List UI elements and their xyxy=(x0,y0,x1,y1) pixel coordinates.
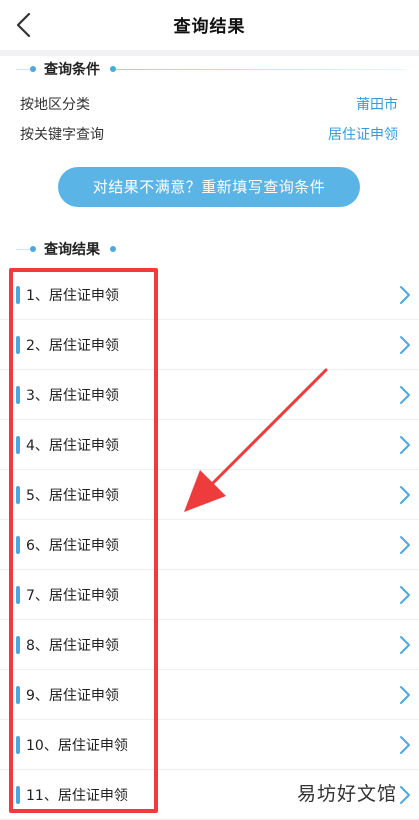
result-marker xyxy=(16,336,20,354)
result-label: 2、居住证申领 xyxy=(26,338,119,354)
result-item[interactable]: 4、居住证申领 xyxy=(0,420,419,470)
result-label: 7、居住证申领 xyxy=(26,588,119,604)
page-title: 查询结果 xyxy=(173,17,246,37)
result-item[interactable]: 1、居住证申领 xyxy=(0,270,419,320)
chevron-right-icon xyxy=(400,686,410,704)
result-label: 6、居住证申领 xyxy=(26,538,119,554)
result-item[interactable]: 6、居住证申领 xyxy=(0,520,419,570)
result-label: 10、居住证申领 xyxy=(26,738,128,754)
condition-value[interactable]: 莆田市 xyxy=(356,94,398,114)
chevron-right-icon xyxy=(400,786,410,804)
results-section-title: 查询结果 xyxy=(44,242,100,258)
chevron-right-icon xyxy=(400,486,410,504)
result-item[interactable]: 10、居住证申领 xyxy=(0,720,419,770)
result-marker xyxy=(16,286,20,304)
conditions-section-title: 查询条件 xyxy=(44,62,100,78)
result-item[interactable]: 7、居住证申领 xyxy=(0,570,419,620)
result-label: 8、居住证申领 xyxy=(26,638,119,654)
conditions-section-header: 查询条件 xyxy=(16,59,406,79)
condition-key: 按地区分类 xyxy=(20,97,90,113)
condition-row-region: 按地区分类 莆田市 xyxy=(20,94,398,116)
result-marker xyxy=(16,686,20,704)
result-label: 9、居住证申领 xyxy=(26,688,119,704)
divider-band xyxy=(0,50,419,56)
result-item[interactable]: 3、居住证申领 xyxy=(0,370,419,420)
chevron-right-icon xyxy=(400,586,410,604)
result-marker xyxy=(16,486,20,504)
condition-row-keyword: 按关键字查询 居住证申领 xyxy=(20,124,398,146)
chevron-right-icon xyxy=(400,536,410,554)
result-item[interactable]: 5、居住证申领 xyxy=(0,470,419,520)
result-label: 4、居住证申领 xyxy=(26,438,119,454)
result-label: 5、居住证申领 xyxy=(26,488,119,504)
condition-key: 按关键字查询 xyxy=(20,127,104,143)
result-item[interactable]: 9、居住证申领 xyxy=(0,670,419,720)
top-bar: 查询结果 xyxy=(0,0,419,50)
result-marker xyxy=(16,586,20,604)
result-item[interactable]: 2、居住证申领 xyxy=(0,320,419,370)
result-label: 1、居住证申领 xyxy=(26,288,119,304)
results-section-header: 查询结果 xyxy=(16,239,406,259)
chevron-right-icon xyxy=(400,386,410,404)
chevron-right-icon xyxy=(400,636,410,654)
requery-button[interactable]: 对结果不满意？重新填写查询条件 xyxy=(58,167,360,207)
results-list: 1、居住证申领 2、居住证申领 3、居住证申领 4、居住证申领 5、居住证申领 6、居住证… xyxy=(0,270,419,820)
chevron-right-icon xyxy=(400,336,410,354)
result-marker xyxy=(16,786,20,804)
result-marker xyxy=(16,386,20,404)
result-item[interactable]: 8、居住证申领 xyxy=(0,620,419,670)
chevron-right-icon xyxy=(400,436,410,454)
result-label: 11、居住证申领 xyxy=(26,788,128,804)
condition-value[interactable]: 居住证申领 xyxy=(328,124,398,144)
result-marker xyxy=(16,536,20,554)
chevron-right-icon xyxy=(400,286,410,304)
result-marker xyxy=(16,436,20,454)
chevron-right-icon xyxy=(400,736,410,754)
result-marker xyxy=(16,636,20,654)
watermark: 易坊好文馆 xyxy=(296,783,397,805)
result-label: 3、居住证申领 xyxy=(26,388,119,404)
result-marker xyxy=(16,736,20,754)
